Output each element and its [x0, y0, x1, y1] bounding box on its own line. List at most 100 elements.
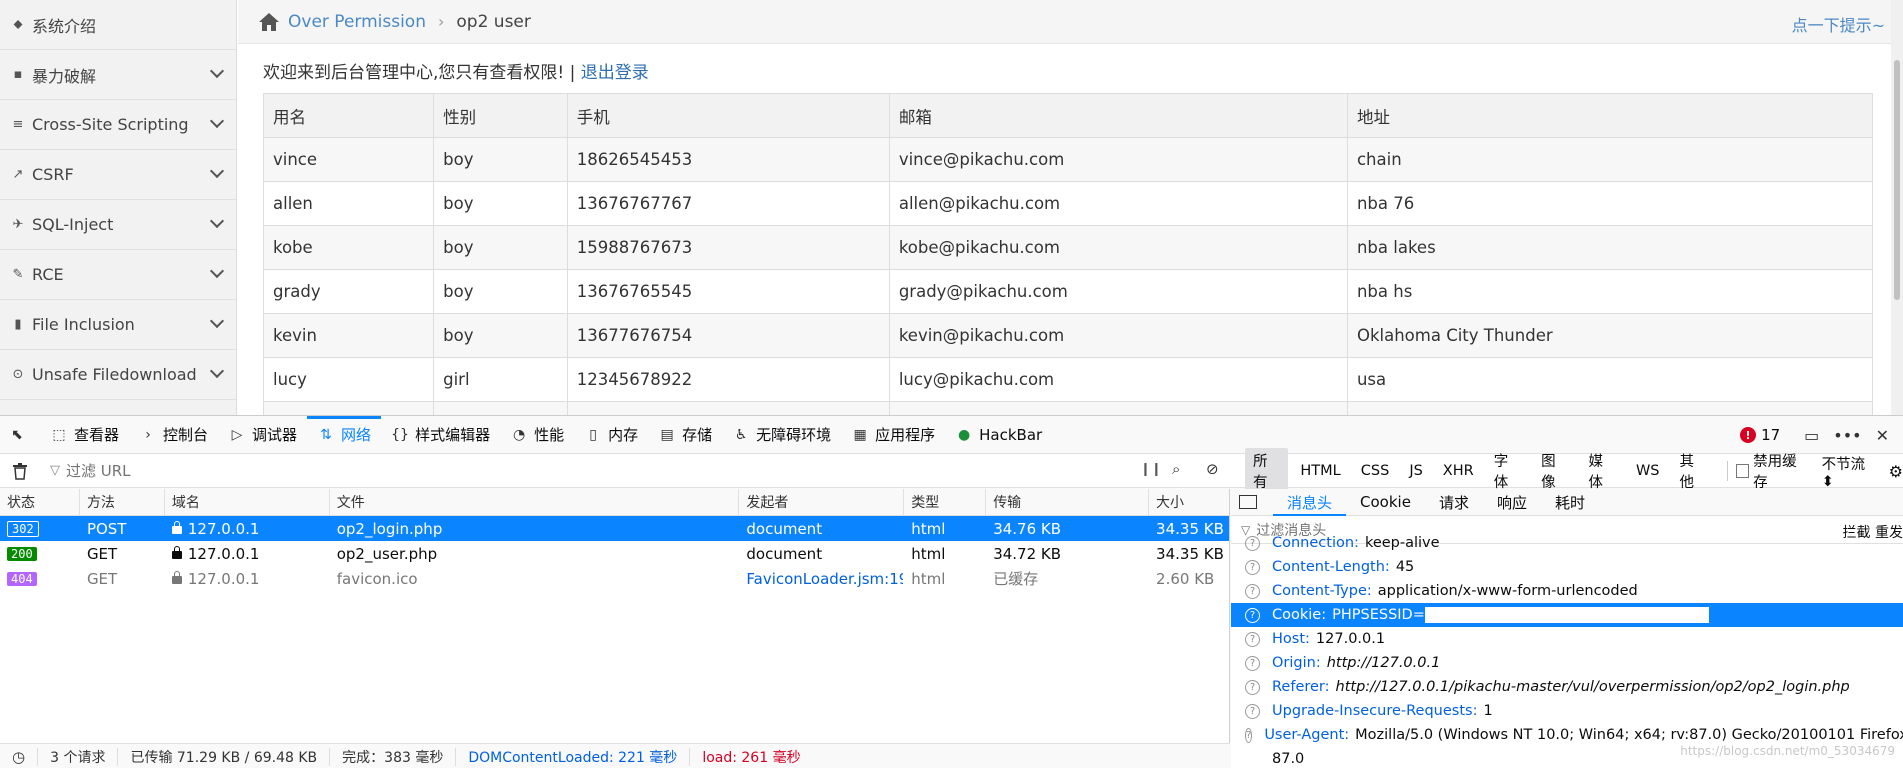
sidebar-item-2[interactable]: ≡ Cross-Site Scripting	[0, 100, 236, 150]
url-filter-input[interactable]: ▽ 过滤 URL	[50, 457, 1110, 485]
devtools-tab-accessibility[interactable]: ♿ 无障碍环境	[722, 416, 841, 454]
scrollbar-thumb[interactable]	[1894, 60, 1900, 300]
column-header[interactable]: 发起者	[739, 489, 905, 515]
request-cell-initiator: document	[739, 541, 904, 566]
column-header[interactable]: 文件	[330, 489, 740, 515]
header-row[interactable]: ? Connection: keep-alive	[1231, 531, 1903, 555]
header-row[interactable]: ? Host: 127.0.0.1	[1231, 627, 1903, 651]
table-cell: allen@pikachu.com	[888, 181, 1348, 226]
request-row[interactable]: 200 GET 127.0.0.1 op2_user.php document html 3…	[0, 541, 1229, 566]
type-filter-button[interactable]: 图像	[1533, 448, 1576, 494]
table-cell: Oklahoma City Thunder	[1346, 313, 1874, 358]
sidebar-item-7[interactable]: ⊙ Unsafe Filedownload	[0, 350, 236, 400]
error-counter[interactable]: ! 17	[1740, 426, 1780, 444]
devtools-tab-performance[interactable]: ◔ 性能	[500, 416, 574, 454]
details-tab[interactable]: 消息头	[1273, 489, 1347, 516]
devtools-tab-console[interactable]: › 控制台	[129, 416, 218, 454]
column-header[interactable]: 大小	[1149, 489, 1229, 515]
cell-text[interactable]: document	[746, 520, 822, 538]
dock-icon[interactable]: ▭	[1804, 426, 1819, 445]
sidebar-item-0[interactable]: ⬥ 系统介绍	[0, 0, 236, 50]
hint-link[interactable]: 点一下提示~	[1792, 12, 1885, 36]
sidebar-item-1[interactable]: ▪ 暴力破解	[0, 50, 236, 100]
block-icon[interactable]: ⊘	[1206, 460, 1219, 478]
details-tab[interactable]: 请求	[1425, 489, 1483, 516]
more-options-icon[interactable]: •••	[1833, 426, 1861, 445]
column-header[interactable]: 方法	[80, 489, 165, 515]
details-tab[interactable]: 响应	[1483, 489, 1541, 516]
help-icon[interactable]: ?	[1245, 535, 1260, 551]
column-header[interactable]: 域名	[165, 489, 330, 515]
request-cell-file: op2_login.php	[330, 516, 740, 541]
devtools-tab-storage[interactable]: ▤ 存储	[648, 416, 722, 454]
type-filter-button[interactable]: CSS	[1353, 461, 1398, 481]
request-row[interactable]: 404 GET 127.0.0.1 favicon.ico FaviconLoader.…	[0, 566, 1229, 591]
home-icon[interactable]	[258, 12, 280, 32]
header-value: 127.0.0.1	[1315, 631, 1386, 647]
pause-icon[interactable]: ❙❙	[1140, 462, 1162, 477]
header-row[interactable]: ? Content-Type: application/x-www-form-url…	[1231, 579, 1903, 603]
table-cell: kobe@pikachu.com	[888, 225, 1348, 270]
timer-icon[interactable]: ◷	[0, 747, 39, 766]
request-row[interactable]: 302 POST 127.0.0.1 op2_login.php document htm…	[0, 516, 1229, 541]
devtools-tab-network[interactable]: ⇅ 网络	[307, 415, 382, 454]
type-filter-button[interactable]: 媒体	[1581, 448, 1624, 494]
devtools-tab-memory[interactable]: ▯ 内存	[574, 416, 648, 454]
list-icon: ≡	[12, 117, 24, 132]
column-header[interactable]: 传输	[986, 489, 1150, 515]
toggle-sidebar-icon[interactable]	[1239, 495, 1257, 509]
sidebar-item-5[interactable]: ✎ RCE	[0, 250, 236, 300]
download-icon: ⊙	[12, 367, 24, 382]
help-icon[interactable]: ?	[1245, 703, 1260, 719]
devtools-panel: ⬉ ⬚ 查看器 › 控制台 ▷ 调试器 ⇅ 网络 {} 样式编辑器 ◔ 性能 ▯ 内存 ▤ 存储 ♿ 无障碍环境 ▦…	[0, 415, 1903, 768]
status-badge: 404	[7, 571, 37, 586]
type-filter-button[interactable]: 字体	[1486, 448, 1529, 494]
breadcrumb-root-link[interactable]: Over Permission	[288, 12, 426, 32]
help-icon[interactable]: ?	[1245, 583, 1260, 599]
type-filter-button[interactable]: 所有	[1245, 448, 1289, 494]
help-icon[interactable]: ?	[1245, 631, 1260, 647]
header-row[interactable]: ? Referer: http://127.0.0.1/pikachu-master…	[1231, 675, 1903, 699]
type-filter-button[interactable]: WS	[1628, 461, 1668, 481]
request-cell-status: 200	[0, 541, 80, 566]
header-row[interactable]: ? Content-Length: 45	[1231, 555, 1903, 579]
element-picker-button[interactable]: ⬉	[0, 416, 40, 454]
throttle-select[interactable]: 不节流 ⬍	[1822, 453, 1879, 490]
help-icon[interactable]: ?	[1245, 727, 1253, 743]
type-filter-button[interactable]: 其他	[1671, 448, 1714, 494]
logout-link[interactable]: 退出登录	[581, 63, 649, 83]
help-icon[interactable]: ?	[1245, 655, 1260, 671]
sidebar-item-6[interactable]: ▮ File Inclusion	[0, 300, 236, 350]
trash-icon[interactable]	[12, 462, 30, 480]
settings-gear-icon[interactable]: ⚙	[1889, 462, 1903, 481]
header-row[interactable]: ? Cookie: PHPSESSID= c9dbeb72643a7af0b211fd…	[1231, 603, 1903, 627]
column-header[interactable]: 状态	[0, 489, 80, 515]
sidebar-item-3[interactable]: ↗ CSRF	[0, 150, 236, 200]
devtools-tab-hackbar[interactable]: ● HackBar	[945, 416, 1052, 454]
close-icon[interactable]: ✕	[1876, 426, 1889, 445]
header-row[interactable]: ? Upgrade-Insecure-Requests: 1	[1231, 699, 1903, 723]
devtools-tab-inspector[interactable]: ⬚ 查看器	[40, 416, 129, 454]
devtools-tab-application[interactable]: ▦ 应用程序	[841, 416, 945, 454]
table-cell	[262, 401, 435, 415]
search-icon[interactable]: ⌕	[1172, 460, 1180, 478]
details-tab[interactable]: Cookie	[1346, 489, 1425, 516]
help-icon[interactable]: ?	[1245, 559, 1260, 575]
header-row[interactable]: ? Origin: http://127.0.0.1	[1231, 651, 1903, 675]
page-scrollbar[interactable]	[1891, 0, 1903, 415]
sidebar-item-8[interactable]: ⊙Unsafe Fileupload	[0, 400, 236, 415]
cell-text[interactable]: FaviconLoader.jsm:19...	[746, 570, 903, 588]
details-tab[interactable]: 耗时	[1541, 489, 1599, 516]
disable-cache-toggle[interactable]: 禁用缓存	[1735, 450, 1808, 492]
cell-text[interactable]: document	[746, 545, 822, 563]
sidebar-item-4[interactable]: ✈ SQL-Inject	[0, 200, 236, 250]
devtools-tab-style-editor[interactable]: {} 样式编辑器	[381, 416, 500, 454]
help-icon[interactable]: ?	[1245, 607, 1260, 623]
devtools-tab-debugger[interactable]: ▷ 调试器	[218, 416, 307, 454]
type-filter-button[interactable]: JS	[1401, 461, 1430, 481]
type-filter-button[interactable]: HTML	[1292, 461, 1348, 481]
column-header[interactable]: 类型	[904, 489, 987, 515]
welcome-text: 欢迎来到后台管理中心,您只有查看权限! |	[263, 63, 581, 83]
help-icon[interactable]: ?	[1245, 679, 1260, 695]
type-filter-button[interactable]: XHR	[1435, 461, 1482, 481]
